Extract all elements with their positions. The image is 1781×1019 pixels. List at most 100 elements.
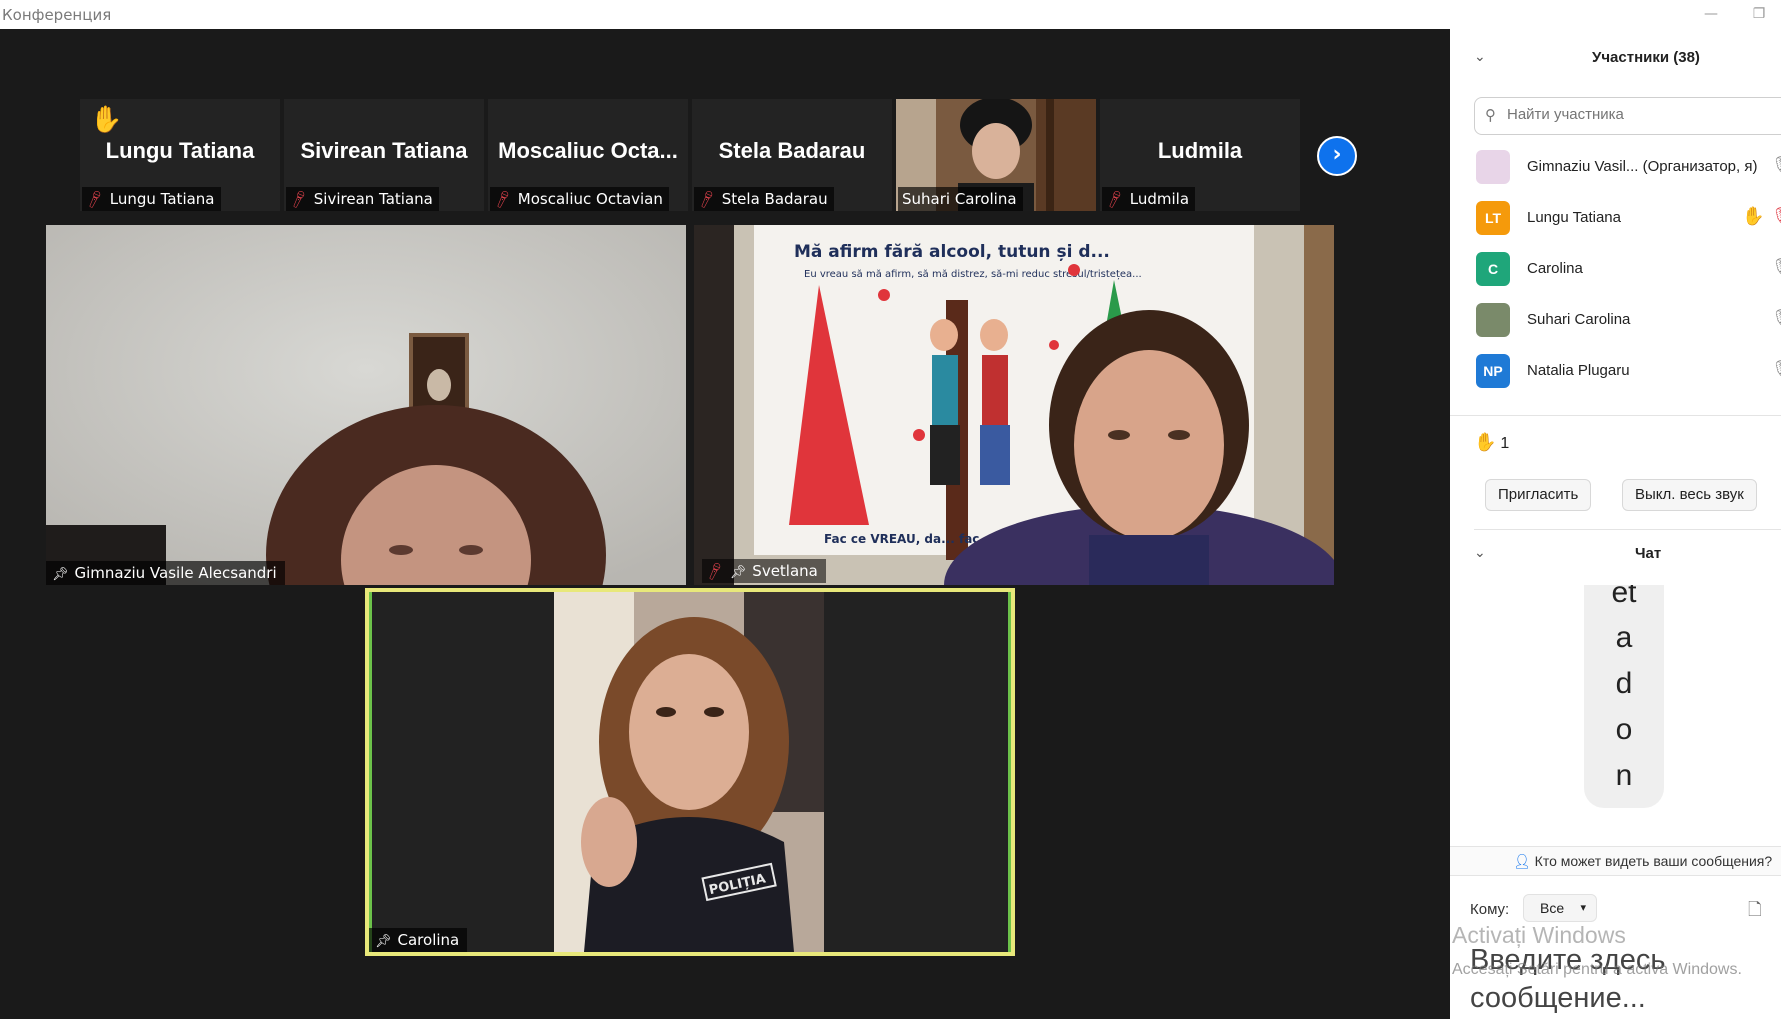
file-icon[interactable]: 🗋 [1748, 897, 1762, 926]
mic-icon[interactable]: 🎙︎ [1771, 308, 1781, 327]
raised-hands-count[interactable]: ✋ 1 [1474, 432, 1509, 453]
poster-subtitle: Eu vreau să mă afirm, să mă distrez, să-… [804, 269, 1142, 280]
video-tile-gimnaziu[interactable]: 📌︎ Gimnaziu Vasile Alecsandri [46, 225, 686, 585]
avatar: LT [1476, 201, 1510, 235]
participant-video: Mă afirm fără alcool, tutun și d... Eu v… [694, 225, 1334, 585]
pin-icon: 📌︎ [729, 565, 747, 580]
windows-activation-watermark: Activați Windows [1452, 922, 1626, 948]
chevron-down-icon: ⌄ [1474, 545, 1486, 561]
chat-visibility-text: 👤︎ Кто может видеть ваши сообщения? [1513, 853, 1773, 869]
chevron-down-icon: ▾ [1580, 902, 1586, 914]
user-visibility-icon: 👤︎ [1513, 853, 1535, 869]
chat-visibility-note[interactable]: 👤︎ Кто может видеть ваши сообщения? [1450, 846, 1781, 876]
participant-row[interactable]: Gimnaziu Vasil... (Организатор, я) 🎙︎ [1450, 142, 1781, 193]
mic-muted-icon[interactable]: 🎙︎ [1771, 206, 1781, 225]
mic-icon[interactable]: 🎙︎ [1771, 359, 1781, 378]
mic-icon[interactable]: 🎙︎ [1771, 257, 1781, 276]
participant-name: Natalia Plugaru [1527, 362, 1630, 379]
thumbnail-ludmila[interactable]: Ludmila 🎤︎ Ludmila [1100, 99, 1300, 211]
windows-activation-hint: Accesați Setări pentru a activa Windows. [1452, 961, 1742, 978]
thumbnail-name: Sivirean Tatiana [300, 138, 468, 163]
minimize-icon[interactable]: — [1701, 4, 1721, 24]
tile-name-label: 🎤︎ 📌︎ Svetlana [702, 559, 826, 583]
invite-button[interactable]: Пригласить [1485, 479, 1592, 511]
participant-name: Carolina [1527, 260, 1583, 277]
thumbnail-label: 🎤︎ Ludmila [1102, 187, 1196, 211]
chat-message-bubble: et a d o n [1584, 585, 1664, 808]
thumbnail-label: 🎤︎ Moscaliuc Octavian [490, 187, 669, 211]
video-tile-svetlana[interactable]: Mă afirm fără alcool, tutun și d... Eu v… [694, 225, 1334, 585]
participant-name: Gimnaziu Vasil... (Организатор, я) [1527, 158, 1758, 175]
divider [1474, 529, 1781, 530]
participant-search[interactable]: ⚲ [1474, 97, 1781, 135]
mic-muted-icon: 🎤︎ [83, 189, 106, 211]
side-panel: ⌄ Участники (38) ⚲ Gimnaziu Vasil... (Ор… [1450, 29, 1781, 1019]
participants-title: Участники (38) [1592, 49, 1700, 66]
participant-search-input[interactable] [1507, 106, 1767, 123]
tile-name-label: 📌︎ Gimnaziu Vasile Alecsandri [46, 561, 285, 585]
video-stage: ✋ Lungu Tatiana 🎤︎ Lungu Tatiana Sivirean… [0, 29, 1450, 1019]
chevron-down-icon: ⌄ [1474, 49, 1486, 65]
mic-muted-icon: 🎤︎ [1103, 189, 1126, 211]
speaker-indicator [369, 592, 372, 952]
thumbnail-label: 🎤︎ Lungu Tatiana [82, 187, 221, 211]
speaker-indicator [1008, 592, 1011, 952]
chat-message-char: et [1611, 585, 1637, 609]
chat-title: Чат [1635, 545, 1662, 562]
mic-muted-icon: 🎤︎ [695, 189, 718, 211]
thumbnail-name: Moscaliuc Octa... [498, 138, 678, 163]
chat-to-label: Кому: [1470, 901, 1510, 918]
participant-name: Lungu Tatiana [1527, 209, 1621, 226]
thumbnail-lungu-tatiana[interactable]: ✋ Lungu Tatiana 🎤︎ Lungu Tatiana [80, 99, 280, 211]
chevron-right-icon: › [1332, 142, 1342, 167]
participant-row[interactable]: LT Lungu Tatiana ✋ 🎙︎ [1450, 193, 1781, 244]
search-icon: ⚲ [1485, 106, 1496, 124]
chat-header: ⌄ Чат [1450, 539, 1781, 569]
pin-icon: 📌︎ [375, 934, 392, 949]
thumbnail-name: Stela Badarau [718, 138, 866, 163]
tile-name-label: 📌︎ Carolina [369, 928, 468, 952]
avatar [1476, 303, 1510, 337]
thumbnail-name: Lungu Tatiana [105, 138, 255, 163]
restore-icon[interactable]: ❐ [1749, 4, 1769, 24]
chat-recipient-select[interactable]: Все ▾ [1523, 894, 1597, 922]
chat-message-input[interactable]: Введите здесь сообщение... [1470, 941, 1780, 1017]
mic-icon[interactable]: 🎙︎ [1771, 155, 1781, 174]
collapse-chat-button[interactable]: ⌄ [1474, 545, 1486, 561]
participant-list: Gimnaziu Vasil... (Организатор, я) 🎙︎ LT… [1450, 142, 1781, 394]
raise-hand-icon: ✋ [1474, 432, 1497, 452]
pin-icon: 📌︎ [52, 567, 69, 582]
collapse-participants-button[interactable]: ⌄ [1474, 49, 1486, 65]
thumbnail-label: 🎤︎ Stela Badarau [694, 187, 834, 211]
thumbnail-moscaliuc-octavian[interactable]: Moscaliuc Octa... 🎤︎ Moscaliuc Octavian [488, 99, 688, 211]
chat-message-char: o [1615, 713, 1633, 746]
video-tile-carolina-active[interactable]: POLIȚIA 📌︎ Carolina [365, 588, 1015, 956]
raise-hand-icon: ✋ [1742, 206, 1765, 227]
next-page-button[interactable]: › [1317, 136, 1357, 176]
thumbnail-label: Suhari Carolina [898, 187, 1023, 211]
chat-message-char: a [1615, 621, 1633, 654]
participant-row[interactable]: NP Natalia Plugaru 🎙︎ [1450, 346, 1781, 394]
poster-title: Mă afirm fără alcool, tutun și d... [794, 242, 1110, 262]
mic-muted-icon: 🎤︎ [491, 189, 514, 211]
avatar: NP [1476, 354, 1510, 388]
thumbnail-stela-badarau[interactable]: Stela Badarau 🎤︎ Stela Badarau [692, 99, 892, 211]
raise-hand-icon: ✋ [90, 105, 123, 135]
thumbnail-sivirean-tatiana[interactable]: Sivirean Tatiana 🎤︎ Sivirean Tatiana [284, 99, 484, 211]
participant-name: Suhari Carolina [1527, 311, 1631, 328]
participant-row[interactable]: Suhari Carolina 🎙︎ [1450, 295, 1781, 346]
mute-all-button[interactable]: Выкл. весь звук [1622, 479, 1757, 511]
participant-row[interactable]: C Carolina 🎙︎ [1450, 244, 1781, 295]
divider [1450, 415, 1781, 416]
chat-recipient-value: Все [1540, 900, 1565, 916]
participant-video: POLIȚIA [554, 592, 824, 952]
participants-header: ⌄ Участники (38) [1450, 43, 1781, 73]
avatar [1476, 150, 1510, 184]
chat-message-char: n [1615, 759, 1633, 792]
mic-muted-icon: 🎤︎ [287, 189, 310, 211]
chat-message-char: d [1615, 667, 1633, 700]
window-titlebar: Конференция — ❐ [0, 0, 1781, 29]
thumbnail-label: 🎤︎ Sivirean Tatiana [286, 187, 439, 211]
mic-muted-icon: 🎤︎ [703, 561, 726, 583]
thumbnail-suhari-carolina[interactable]: Suhari Carolina [896, 99, 1096, 211]
